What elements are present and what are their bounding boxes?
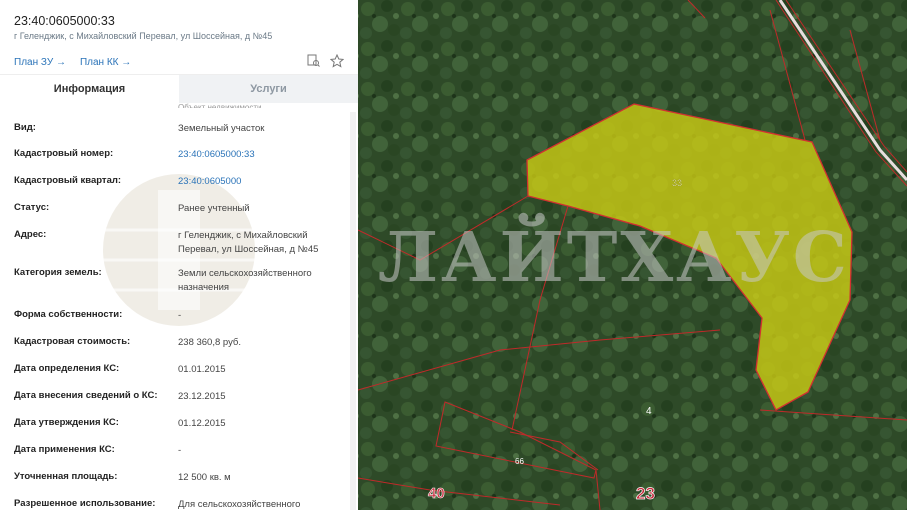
panel-header: 23:40:0605000:33 г Геленджик, с Михайлов… bbox=[0, 0, 358, 74]
quarter-23-label: 23 bbox=[636, 484, 655, 503]
tab-info[interactable]: Информация bbox=[0, 75, 179, 103]
tab-bar: Информация Услуги bbox=[0, 74, 358, 103]
parcel-33-label: 33 bbox=[672, 178, 682, 188]
plan-links: План ЗУ → План КК → bbox=[14, 57, 145, 68]
quarter-link[interactable]: 23:40:0605000 bbox=[178, 175, 338, 189]
cadastral-number-link[interactable]: 23:40:0605000:33 bbox=[178, 148, 338, 162]
cadastral-number-title: 23:40:0605000:33 bbox=[14, 14, 115, 28]
scrollbar[interactable] bbox=[350, 112, 356, 510]
info-panel: 23:40:0605000:33 г Геленджик, с Михайлов… bbox=[0, 0, 358, 510]
plan-zu-link[interactable]: План ЗУ → bbox=[14, 57, 66, 68]
header-tools bbox=[307, 53, 345, 73]
quarter-40-label: 40 bbox=[428, 485, 445, 502]
parcel-66-label: 66 bbox=[515, 457, 524, 466]
tab-services[interactable]: Услуги bbox=[179, 75, 358, 103]
address-subtitle: г Геленджик, с Михайловский Перевал, ул … bbox=[14, 31, 273, 41]
plan-kk-link[interactable]: План КК → bbox=[80, 57, 131, 68]
clipped-text: Объект недвижимости bbox=[178, 103, 262, 108]
document-search-icon[interactable] bbox=[307, 54, 320, 73]
parcel-4-label: 4 bbox=[646, 406, 652, 417]
star-icon[interactable] bbox=[329, 53, 345, 73]
